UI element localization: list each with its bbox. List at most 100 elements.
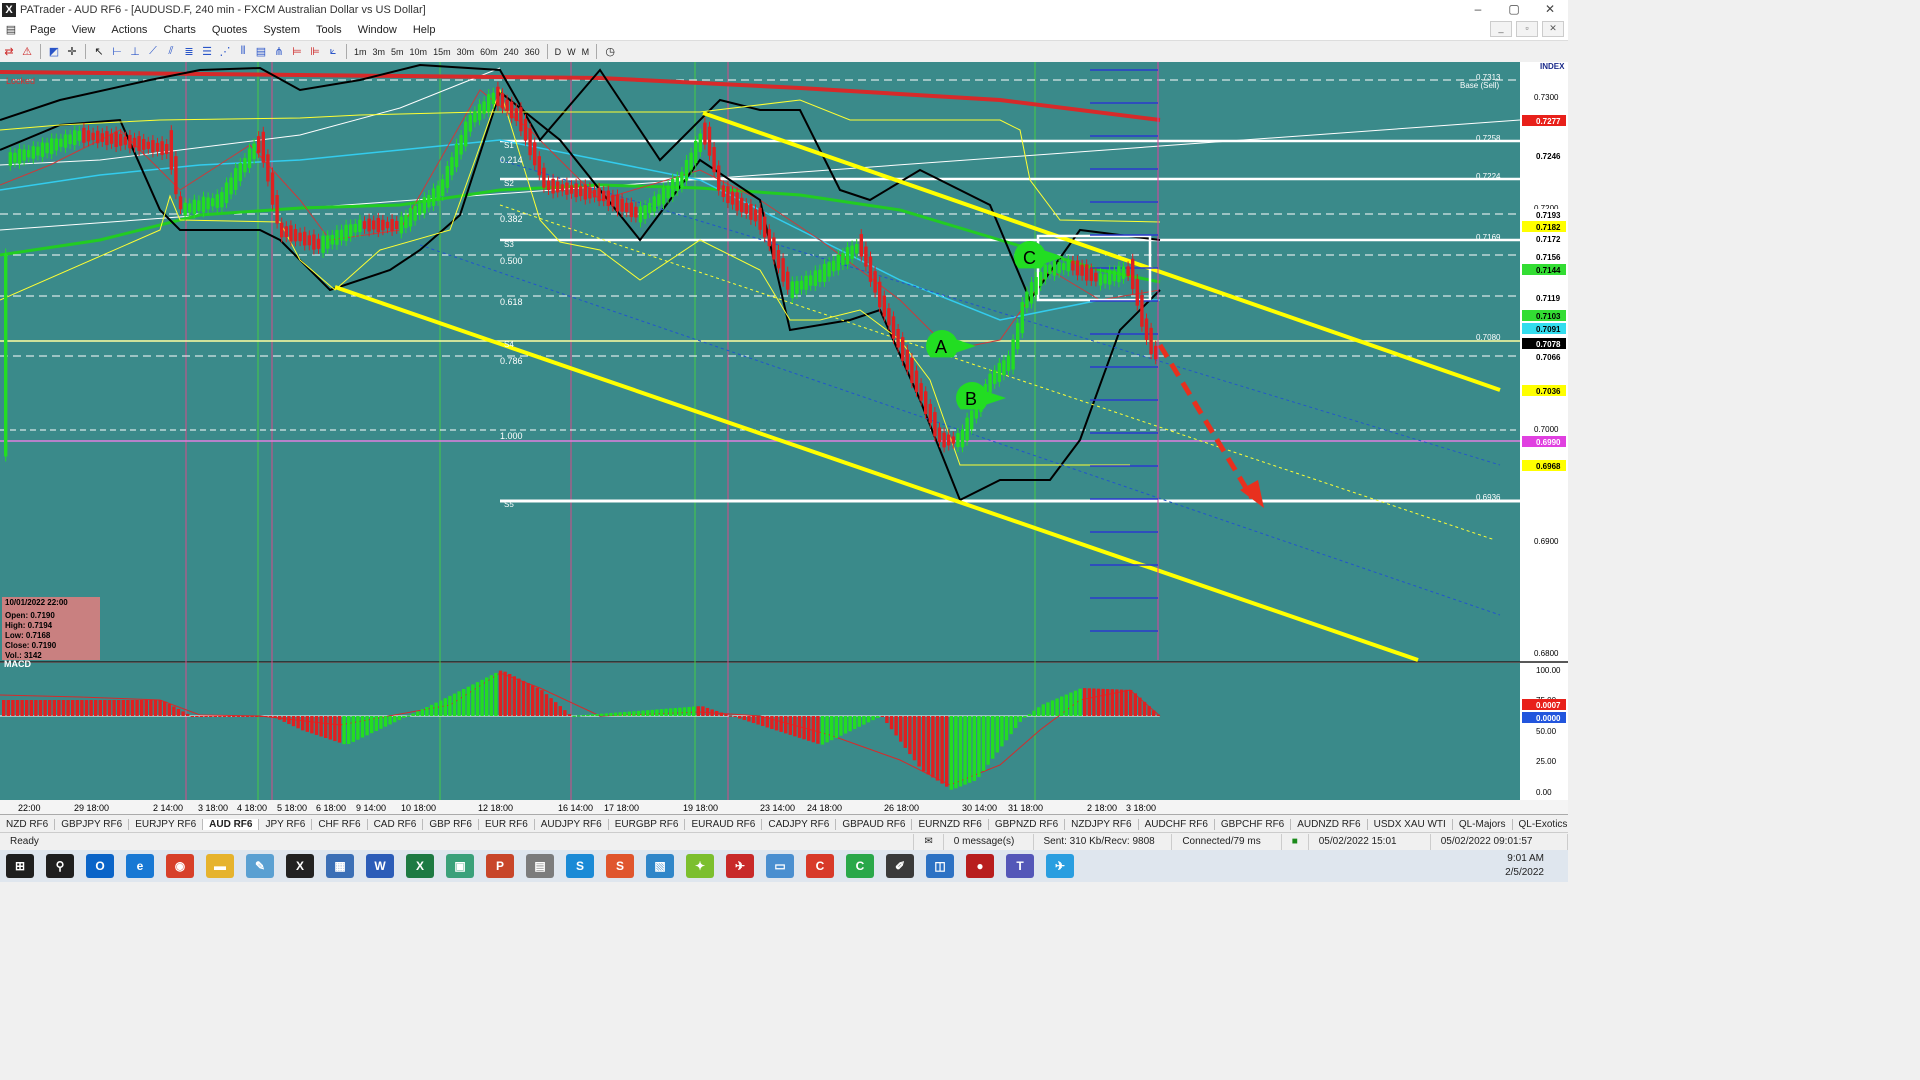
tf-5m[interactable]: 5m [388,47,407,57]
excel-icon[interactable]: X [406,854,434,878]
tf-10m[interactable]: 10m [407,47,431,57]
symbol-tab[interactable]: CADJPY RF6 [762,818,837,830]
menu-charts[interactable]: Charts [155,24,203,36]
symbol-tab[interactable]: GBPNZD RF6 [989,818,1066,830]
tf-15m[interactable]: 15m [430,47,454,57]
andrews-pitchfork-icon[interactable]: ⋔ [271,44,287,59]
tf-daily[interactable]: D [552,47,565,57]
slides-icon[interactable]: S [606,854,634,878]
minimize-button[interactable]: – [1460,0,1496,19]
menu-page[interactable]: Page [22,24,64,36]
menu-quotes[interactable]: Quotes [204,24,255,36]
tf-weekly[interactable]: W [564,47,579,57]
symbol-tab[interactable]: QL-Majors [1453,818,1513,830]
edge-icon[interactable]: e [126,854,154,878]
fib-time-icon[interactable]: ⊨ [289,44,305,59]
mdi-minimize-button[interactable]: _ [1490,21,1512,37]
symbol-tab[interactable]: AUDCHF RF6 [1139,818,1215,830]
symbol-tab[interactable]: NZDJPY RF6 [1065,818,1139,830]
search-icon[interactable]: ⚲ [46,854,74,878]
symbol-tab[interactable]: GBP RF6 [423,818,479,830]
symbol-tab[interactable]: AUDNZD RF6 [1291,818,1368,830]
symbol-tab[interactable]: QL-Exotics [1513,819,1568,830]
page-icon[interactable]: ▤ [1,22,21,37]
symbol-tab[interactable]: AUD RF6 [203,818,260,830]
camtasia-icon[interactable]: C [846,854,874,878]
word-icon[interactable]: W [366,854,394,878]
sketch-icon[interactable]: ✦ [686,854,714,878]
horizontal-line-icon[interactable]: ⊢ [109,44,125,59]
skype-icon[interactable]: S [566,854,594,878]
mdi-close-button[interactable]: ✕ [1542,21,1564,37]
patrader-icon[interactable]: X [286,854,314,878]
alert-icon[interactable]: ⚠ [19,44,35,59]
tf-monthly[interactable]: M [579,47,593,57]
vertical-line-icon[interactable]: ⊥ [127,44,143,59]
calculator-icon[interactable]: ▦ [326,854,354,878]
folder-icon[interactable]: ▭ [766,854,794,878]
channel-icon[interactable]: ⫽ [163,44,179,59]
symbol-tab[interactable]: EURGBP RF6 [609,818,686,830]
telegram-icon[interactable]: ✈ [1046,854,1074,878]
tf-1m[interactable]: 1m [351,47,370,57]
trendline-icon[interactable]: ⟋ [145,44,161,59]
speed-lines-icon[interactable]: ⊫ [307,44,323,59]
cycle-lines-icon[interactable]: ⦀ [235,44,251,59]
powerpoint-icon[interactable]: P [486,854,514,878]
editor-icon[interactable]: ✐ [886,854,914,878]
symbol-tab[interactable]: EURAUD RF6 [685,818,763,830]
symbol-tab[interactable]: NZD RF6 [0,818,56,830]
outlook-icon[interactable]: O [86,854,114,878]
pointer-icon[interactable]: ↖ [91,44,107,59]
symbol-tab[interactable]: JPY RF6 [259,818,313,830]
menu-help[interactable]: Help [405,24,444,36]
status-messages[interactable]: 0 message(s) [944,834,1034,850]
chart-icon[interactable]: ◩ [46,44,62,59]
archive-icon[interactable]: ▤ [526,854,554,878]
close-button[interactable]: ✕ [1532,0,1568,19]
tf-360[interactable]: 360 [522,47,543,57]
symbol-tab[interactable]: GBPCHF RF6 [1215,818,1292,830]
chrome-icon[interactable]: ◉ [166,854,194,878]
photos-icon[interactable]: ▧ [646,854,674,878]
menu-system[interactable]: System [255,24,308,36]
fib-extension-icon[interactable]: ☰ [199,44,215,59]
maximize-button[interactable]: ▢ [1496,0,1532,19]
clock-icon[interactable]: ◷ [602,44,618,59]
tf-30m[interactable]: 30m [454,47,478,57]
menu-tools[interactable]: Tools [308,24,350,36]
record-icon[interactable]: ● [966,854,994,878]
crosshair-icon[interactable]: ✛ [64,44,80,59]
c-app-icon[interactable]: C [806,854,834,878]
symbol-tab[interactable]: AUDJPY RF6 [535,818,609,830]
explorer-icon[interactable]: ▬ [206,854,234,878]
taskbar-clock[interactable]: 9:01 AM 2/5/2022 [1505,852,1544,880]
tf-240[interactable]: 240 [501,47,522,57]
teams-icon[interactable]: T [1006,854,1034,878]
symbol-tab[interactable]: USDX XAU WTI [1368,818,1453,830]
fibonacci-icon[interactable]: ≣ [181,44,197,59]
symbol-tab[interactable]: EUR RF6 [479,818,535,830]
symbol-tab[interactable]: GBPAUD RF6 [836,818,913,830]
mail-icon[interactable]: ✉ [914,834,944,850]
buy-sell-icon[interactable]: ⇄ [1,44,17,59]
symbol-tab[interactable]: CAD RF6 [368,818,424,830]
fan-icon[interactable]: ⋰ [217,44,233,59]
symbol-tab[interactable]: EURJPY RF6 [129,818,204,830]
chart-area[interactable]: A B C Locked INDEX Base (Sell) S1 S2 S3 S4… [0,62,1568,814]
menu-view[interactable]: View [64,24,104,36]
gann-icon[interactable]: ▤ [253,44,269,59]
start-icon[interactable]: ⊞ [6,854,34,878]
tf-3m[interactable]: 3m [370,47,389,57]
network-icon[interactable]: ◫ [926,854,954,878]
notepad-icon[interactable]: ✎ [246,854,274,878]
symbol-tab[interactable]: EURNZD RF6 [912,818,989,830]
menu-actions[interactable]: Actions [103,24,155,36]
symbol-tab[interactable]: GBPJPY RF6 [55,818,130,830]
app-icon[interactable]: ▣ [446,854,474,878]
symbol-tab[interactable]: CHF RF6 [312,818,368,830]
tf-60m[interactable]: 60m [477,47,501,57]
regression-icon[interactable]: ⟀ [325,44,341,59]
mdi-restore-button[interactable]: ▫ [1516,21,1538,37]
menu-window[interactable]: Window [350,24,405,36]
